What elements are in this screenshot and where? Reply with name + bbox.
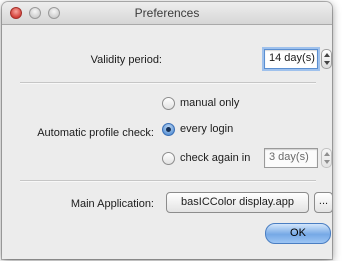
validity-period-field[interactable]: 14 day(s) — [264, 49, 318, 69]
title-bar[interactable]: Preferences — [2, 2, 332, 25]
radio-button-checked-icon[interactable] — [162, 122, 175, 136]
radio-every-login[interactable]: every login — [162, 121, 233, 137]
radio-label: manual only — [180, 97, 240, 109]
radio-label: every login — [180, 123, 234, 135]
browse-button[interactable]: ... — [314, 192, 332, 213]
stepper-up-icon — [324, 53, 330, 57]
preferences-window: Preferences Validity period: 14 day(s) A… — [2, 2, 332, 259]
validity-stepper[interactable] — [321, 49, 332, 69]
validity-period-label: Validity period: — [90, 54, 162, 66]
main-application-label: Main Application: — [70, 198, 154, 210]
ok-button[interactable]: OK — [265, 223, 331, 244]
stepper-up-icon — [324, 152, 330, 156]
radio-label: check again in — [180, 152, 251, 164]
radio-check-again[interactable]: check again in — [162, 150, 250, 166]
window-title: Preferences — [134, 6, 200, 20]
separator — [20, 180, 316, 182]
check-interval-stepper[interactable] — [321, 148, 332, 168]
radio-button-icon[interactable] — [162, 151, 175, 165]
profile-check-label: Automatic profile check: — [37, 127, 154, 139]
separator — [20, 82, 316, 84]
radio-button-icon[interactable] — [162, 96, 175, 110]
main-application-button[interactable]: basICColor display.app — [166, 192, 309, 213]
check-interval-field[interactable]: 3 day(s) — [264, 148, 318, 168]
stepper-down-icon — [324, 61, 330, 65]
stepper-down-icon — [324, 160, 330, 164]
radio-manual-only[interactable]: manual only — [162, 95, 239, 111]
